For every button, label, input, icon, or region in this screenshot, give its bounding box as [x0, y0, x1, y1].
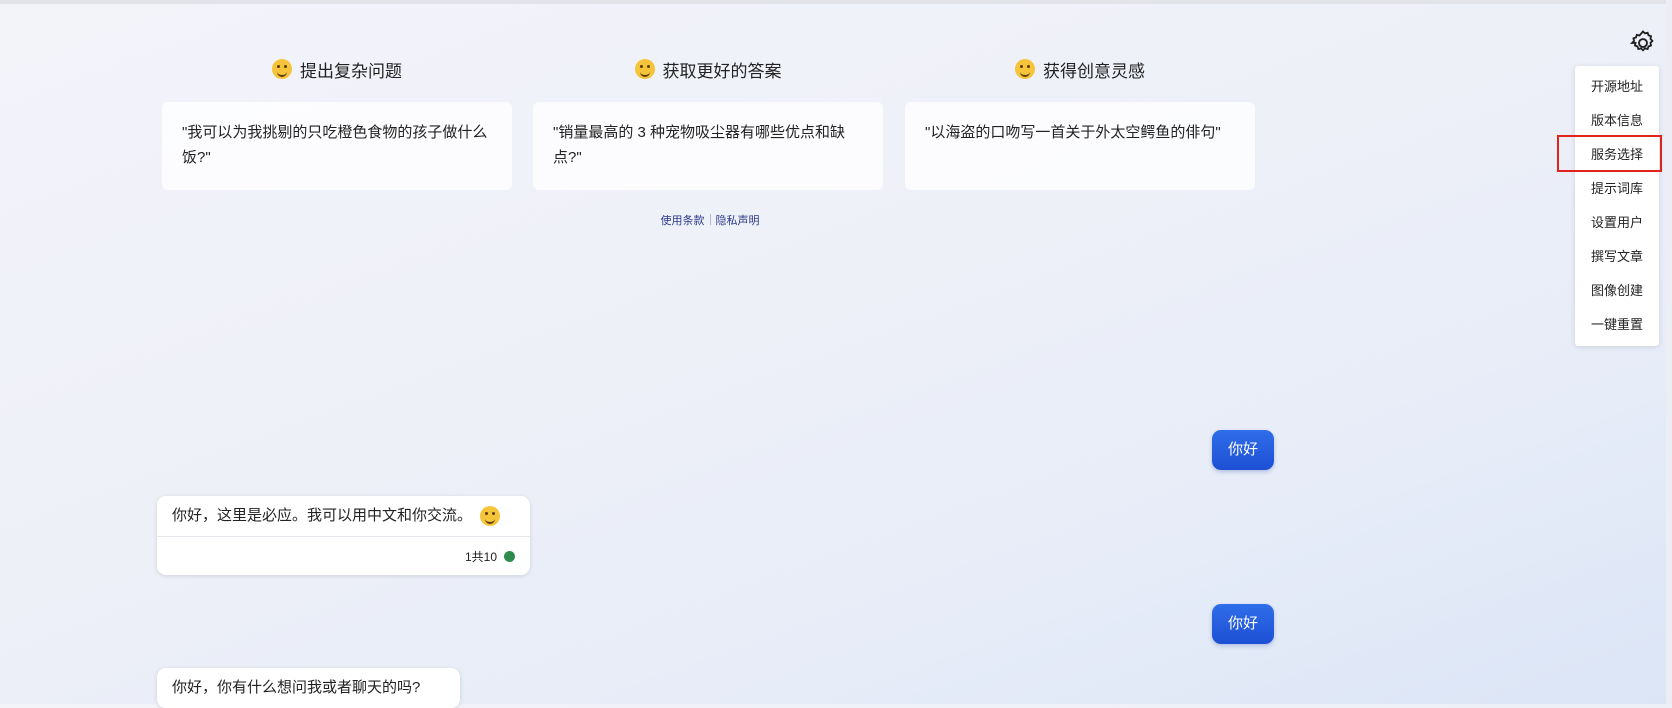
- example-prompt-card[interactable]: "销量最高的 3 种宠物吸尘器有哪些优点和缺点?": [533, 102, 883, 190]
- user-message: 你好: [1212, 430, 1275, 470]
- intro-column-complex: 提出复杂问题 "我可以为我挑剔的只吃橙色食物的孩子做什么饭?": [162, 54, 512, 190]
- message-footer: 1共10: [157, 536, 530, 575]
- thinking-face-icon: [272, 59, 292, 79]
- link-separator: [709, 214, 711, 225]
- status-dot: [504, 550, 515, 562]
- hands-face-icon: [634, 59, 655, 79]
- terms-link[interactable]: 使用条款: [661, 215, 705, 227]
- menu-item-reset[interactable]: 一键重置: [1575, 308, 1659, 342]
- menu-item-open-source[interactable]: 开源地址: [1575, 70, 1659, 104]
- menu-item-image-create[interactable]: 图像创建: [1575, 274, 1659, 308]
- user-message: 你好: [1212, 604, 1275, 644]
- intro-column-creative: 获得创意灵感 "以海盗的口吻写一首关于外太空鳄鱼的俳句": [905, 54, 1255, 190]
- bot-message: 你好，这里是必应。我可以用中文和你交流。 1共10: [157, 496, 530, 575]
- bot-message-text: 你好，这里是必应。我可以用中文和你交流。: [172, 507, 473, 524]
- menu-item-prompt-library[interactable]: 提示词库: [1575, 172, 1659, 206]
- smiling-face-icon: [480, 506, 501, 526]
- bot-message: 你好，你有什么想问我或者聊天的吗?: [157, 668, 460, 708]
- turn-counter: 1共10: [464, 549, 497, 564]
- settings-menu: 开源地址 版本信息 服务选择 提示词库 设置用户 撰写文章 图像创建 一键重置: [1575, 66, 1659, 346]
- privacy-link[interactable]: 隐私声明: [716, 215, 760, 227]
- highlight-box: [1557, 135, 1662, 172]
- top-divider: [0, 0, 1672, 4]
- menu-item-set-user[interactable]: 设置用户: [1575, 206, 1659, 240]
- bot-message-text: 你好，你有什么想问我或者聊天的吗?: [172, 679, 421, 696]
- intro-column-better: 获取更好的答案 "销量最高的 3 种宠物吸尘器有哪些优点和缺点?": [533, 54, 883, 190]
- example-prompt-card[interactable]: "我可以为我挑剔的只吃橙色食物的孩子做什么饭?": [162, 102, 512, 190]
- palette-icon: [1015, 59, 1035, 79]
- example-prompt-card[interactable]: "以海盗的口吻写一首关于外太空鳄鱼的俳句": [905, 102, 1255, 190]
- column-title: 提出复杂问题: [300, 61, 402, 81]
- legal-links: 使用条款 隐私声明: [0, 212, 1420, 228]
- menu-item-version-info[interactable]: 版本信息: [1575, 104, 1659, 138]
- column-title: 获得创意灵感: [1043, 61, 1145, 81]
- column-title: 获取更好的答案: [662, 61, 782, 81]
- scrollbar-track[interactable]: [1666, 0, 1672, 704]
- gear-icon[interactable]: [1628, 28, 1658, 58]
- menu-item-write-article[interactable]: 撰写文章: [1575, 240, 1659, 274]
